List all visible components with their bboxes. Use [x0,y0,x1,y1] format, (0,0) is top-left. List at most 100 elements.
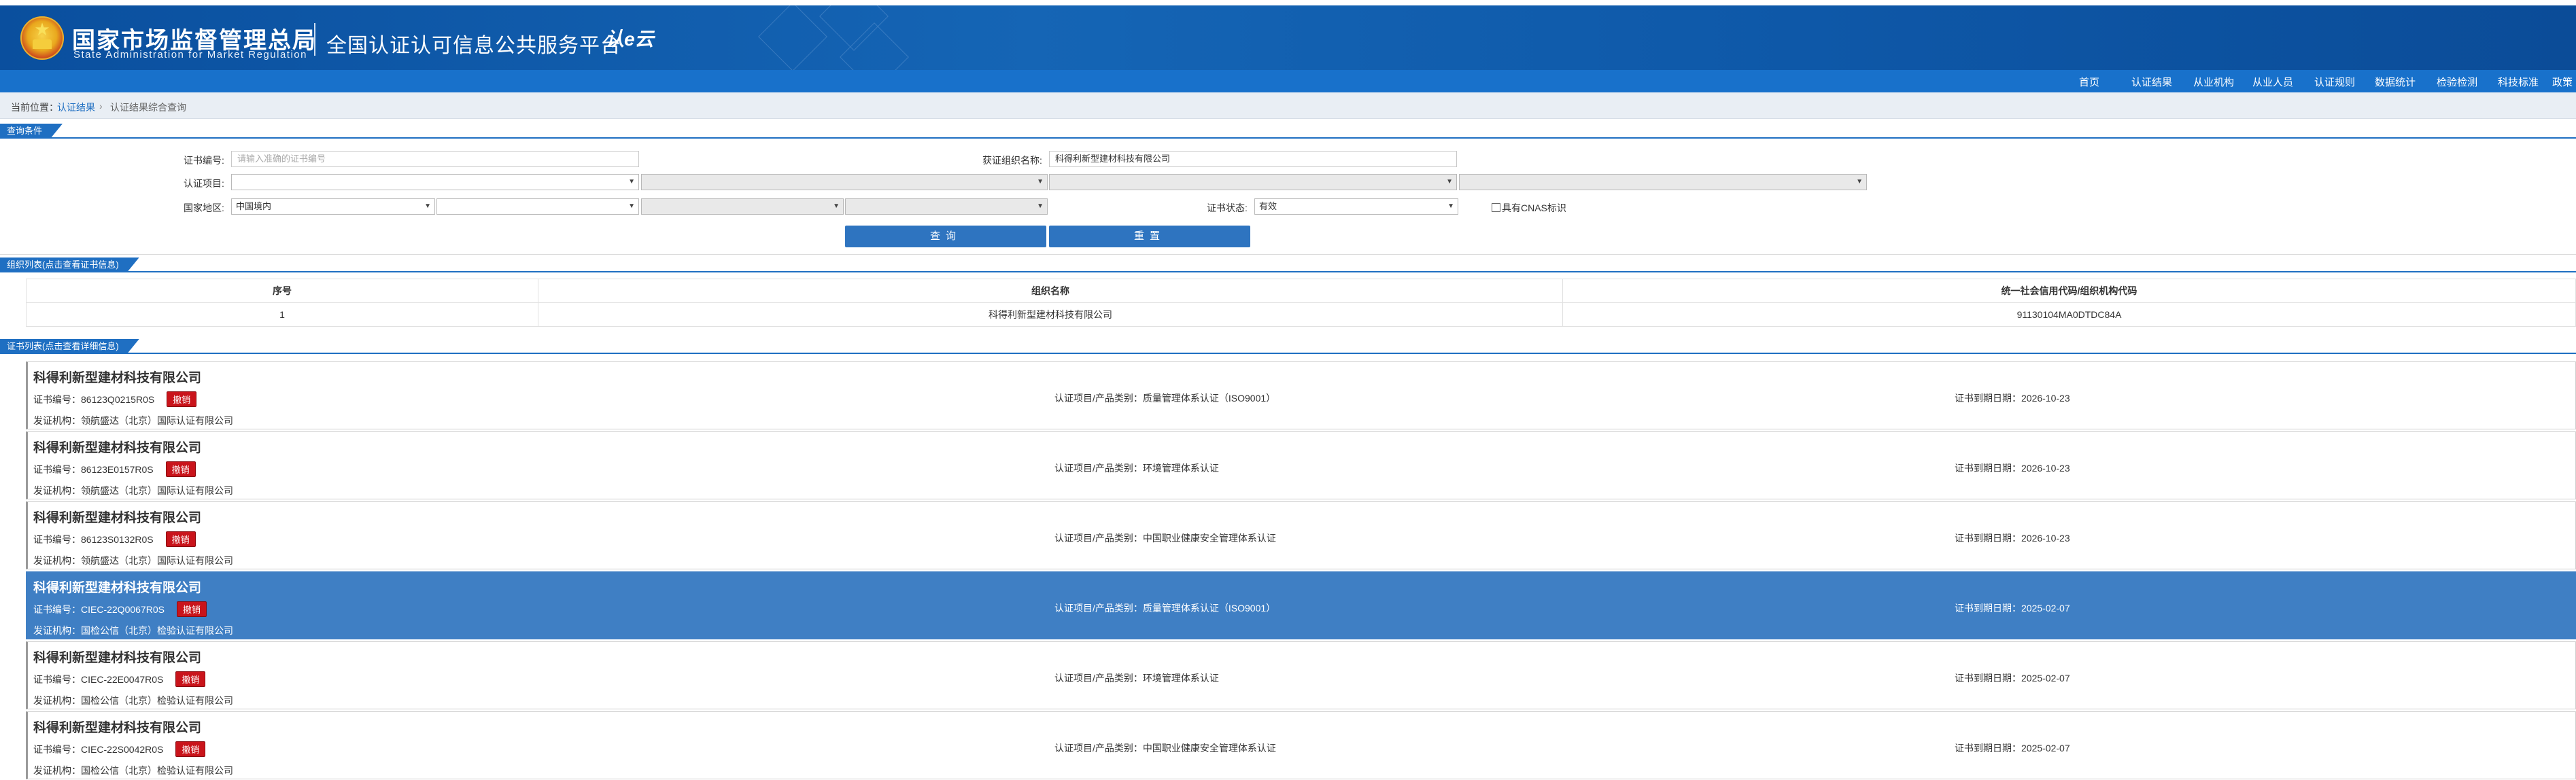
revoked-badge: 撤销 [175,741,206,757]
cert-card[interactable]: 科得利新型建材科技有限公司 证书编号：CIEC-22S0042R0S 撤销 发证机… [26,711,2576,779]
header-decoration [748,5,925,70]
platform-title: 全国认证认可信息公共服务平台 [326,35,621,57]
cert-org: 科得利新型建材科技有限公司 [33,441,202,455]
cert-number: 证书编号：CIEC-22E0047R0S 撤销 [33,671,206,687]
cert-card-selected[interactable]: 科得利新型建材科技有限公司 证书编号：CIEC-22Q0067R0S 撤销 发证机… [26,571,2576,639]
cert-org: 科得利新型建材科技有限公司 [33,581,202,595]
org-table-header: 序号 组织名称 统一社会信用代码/组织机构代码 [26,279,2576,303]
cert-no-input[interactable]: 请输入准确的证书编号 [231,151,639,167]
breadcrumb-link[interactable]: 认证结果 [57,101,95,114]
cert-card[interactable]: 科得利新型建材科技有限公司 证书编号：CIEC-22E0047R0S 撤销 发证机… [26,641,2576,709]
cert-number: 证书编号：86123E0157R0S 撤销 [33,461,196,477]
revoked-badge: 撤销 [167,391,197,407]
cert-project: 认证项目/产品类别：质量管理体系认证（ISO9001） [1054,393,1276,404]
cert-project: 认证项目/产品类别：质量管理体系认证（ISO9001） [1054,603,1276,614]
cert-expiry: 证书到期日期：2026-10-23 [1955,533,2070,544]
row-org-name[interactable]: 科得利新型建材科技有限公司 [538,302,1563,327]
cert-list-section-line [0,353,2576,354]
cert-list-section-title: 证书列表(点击查看详细信息) [0,339,139,354]
main-nav: 首页 认证结果 从业机构 从业人员 认证规则 数据统计 检验检测 科技标准 政策 [0,70,2576,92]
query-section-title: 查询条件 [0,124,63,139]
revoked-badge: 撤销 [165,461,196,477]
region-select-district[interactable]: ▼ [845,198,1048,215]
nav-standards[interactable]: 科技标准 [2498,75,2539,89]
cert-project-label: 认证项目: [184,178,224,189]
cert-issuer: 发证机构：国检公信（北京）检验认证有限公司 [33,625,233,636]
cert-number: 证书编号：CIEC-22S0042R0S 撤销 [33,741,206,757]
project-select-3[interactable]: ▼ [1049,174,1457,190]
cnas-checkbox-row[interactable]: 具有CNAS标识 [1492,201,1566,215]
org-table: 序号 组织名称 统一社会信用代码/组织机构代码 1 科得利新型建材科技有限公司 … [26,279,2576,327]
cert-expiry: 证书到期日期：2026-10-23 [1955,393,2070,404]
nav-institutions[interactable]: 从业机构 [2193,75,2234,89]
project-select-2[interactable]: ▼ [641,174,1048,190]
cert-expiry: 证书到期日期：2026-10-23 [1955,463,2070,474]
site-header: ★ 国家市场监督管理总局 State Administration for Ma… [0,5,2576,70]
reset-button[interactable]: 重置 [1049,226,1250,247]
nav-cert-rules[interactable]: 认证规则 [2314,75,2355,89]
cert-issuer: 发证机构：领航盛达（北京）国际认证有限公司 [33,415,233,426]
renyun-logo: 认e云 [605,29,654,50]
cert-org: 科得利新型建材科技有限公司 [33,651,202,665]
brand-name-en: State Administration for Market Regulati… [73,49,307,60]
nav-inspection[interactable]: 检验检测 [2437,75,2477,89]
breadcrumb-prefix: 当前位置： [11,102,58,113]
cert-org: 科得利新型建材科技有限公司 [33,511,202,525]
brand-divider [314,23,315,56]
cert-org: 科得利新型建材科技有限公司 [33,371,202,385]
revoked-badge: 撤销 [165,531,196,547]
cert-card[interactable]: 科得利新型建材科技有限公司 证书编号：86123S0132R0S 撤销 发证机构：… [26,501,2576,569]
cert-status-select[interactable]: 有效 ▼ [1254,198,1458,215]
cert-issuer: 发证机构：领航盛达（北京）国际认证有限公司 [33,485,233,496]
nav-home[interactable]: 首页 [2079,75,2099,89]
revoked-badge: 撤销 [176,601,207,617]
cert-org: 科得利新型建材科技有限公司 [33,721,202,735]
org-list-section-title: 组织列表(点击查看证书信息) [0,258,139,272]
cert-card[interactable]: 科得利新型建材科技有限公司 证书编号：86123E0157R0S 撤销 发证机构：… [26,431,2576,499]
nav-policy[interactable]: 政策 [2552,75,2573,89]
cert-project: 认证项目/产品类别：环境管理体系认证 [1054,463,1219,474]
table-row[interactable]: 1 科得利新型建材科技有限公司 91130104MA0DTDC84A [26,302,2576,327]
cnas-checkbox[interactable] [1492,203,1500,212]
query-panel: 证书编号: 请输入准确的证书编号 获证组织名称: 科得利新型建材科技有限公司 认… [0,139,2576,255]
row-credit-code: 91130104MA0DTDC84A [1562,302,2576,327]
cert-issuer: 发证机构：国检公信（北京）检验认证有限公司 [33,695,233,706]
region-select-province[interactable]: ▼ [436,198,639,215]
cert-number: 证书编号：CIEC-22Q0067R0S 撤销 [33,601,207,617]
breadcrumb-separator: › [99,101,103,111]
revoked-badge: 撤销 [175,671,206,687]
cnas-label: 具有CNAS标识 [1502,202,1566,213]
search-button[interactable]: 查询 [845,226,1046,247]
org-name-label: 获证组织名称: [982,155,1042,166]
cert-status-value: 有效 [1259,201,1277,211]
cert-expiry: 证书到期日期：2025-02-07 [1955,603,2070,614]
cert-project: 认证项目/产品类别：中国职业健康安全管理体系认证 [1054,743,1276,754]
region-label: 国家地区: [184,202,224,213]
nav-practitioners[interactable]: 从业人员 [2252,75,2293,89]
nav-cert-results[interactable]: 认证结果 [2131,75,2172,89]
col-org-name: 组织名称 [538,279,1563,303]
top-strip [0,0,2576,5]
cert-issuer: 发证机构：领航盛达（北京）国际认证有限公司 [33,555,233,566]
cert-issuer: 发证机构：国检公信（北京）检验认证有限公司 [33,765,233,776]
cert-project: 认证项目/产品类别：中国职业健康安全管理体系认证 [1054,533,1276,544]
region-value: 中国境内 [236,201,272,211]
cert-card[interactable]: 科得利新型建材科技有限公司 证书编号：86123Q0215R0S 撤销 发证机构：… [26,361,2576,429]
org-name-input[interactable]: 科得利新型建材科技有限公司 [1049,151,1457,167]
nav-statistics[interactable]: 数据统计 [2375,75,2416,89]
region-select-country[interactable]: 中国境内 ▼ [231,198,435,215]
cert-expiry: 证书到期日期：2025-02-07 [1955,743,2070,754]
project-select-1[interactable]: ▼ [231,174,639,190]
region-select-city[interactable]: ▼ [641,198,844,215]
breadcrumb-current: 认证结果综合查询 [110,102,186,113]
cert-project: 认证项目/产品类别：环境管理体系认证 [1054,673,1219,684]
col-index: 序号 [26,279,538,303]
cert-no-label: 证书编号: [184,155,224,166]
project-select-4[interactable]: ▼ [1459,174,1867,190]
cert-status-label: 证书状态: [1207,202,1248,213]
org-list-section-line [0,271,2576,272]
cert-expiry: 证书到期日期：2025-02-07 [1955,673,2070,684]
col-credit-code: 统一社会信用代码/组织机构代码 [1562,279,2576,303]
breadcrumb: 当前位置： 认证结果 › 认证结果综合查询 [0,92,2576,119]
cert-number: 证书编号：86123S0132R0S 撤销 [33,531,196,547]
